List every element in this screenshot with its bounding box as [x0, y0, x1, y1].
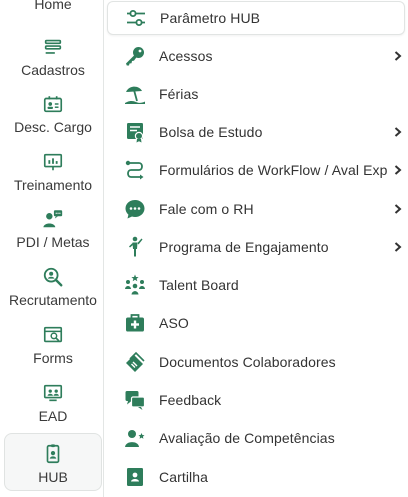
- menu-item-parametro-hub[interactable]: Parâmetro HUB: [107, 1, 405, 35]
- rail-item-label: Treinamento: [13, 177, 93, 193]
- menu-item-fale-com-o-rh[interactable]: Fale com o RH: [107, 192, 405, 226]
- person-star-icon: [125, 430, 145, 447]
- chat-icon: [125, 200, 145, 219]
- key-icon: [126, 47, 144, 66]
- rail-item-pdi-metas[interactable]: PDI / Metas: [4, 208, 102, 266]
- rail-item-label: Cadastros: [21, 62, 85, 78]
- list-icon: [44, 39, 62, 54]
- menu-item-bolsa-de-estudo[interactable]: Bolsa de Estudo: [107, 115, 405, 149]
- medical-kit-icon: [126, 314, 144, 332]
- search-person-icon: [43, 267, 63, 287]
- menu-item-programa-de-engajamento[interactable]: Programa de Engajamento: [107, 230, 405, 264]
- chevron-right-icon: [394, 242, 402, 252]
- form-icon: [43, 326, 63, 343]
- scholarship-icon: [127, 123, 144, 143]
- menu-item-label: Programa de Engajamento: [159, 239, 329, 255]
- left-navigation-rail: Home Cadastros Desc. Cargo Treinamento P…: [0, 0, 104, 497]
- menu-item-documentos-colaboradores[interactable]: Documentos Colaboradores: [107, 345, 405, 379]
- rail-item-label: Home: [34, 0, 72, 12]
- documents-icon: [126, 351, 145, 372]
- rail-item-cadastros[interactable]: Cadastros: [4, 36, 102, 94]
- rail-item-label: Forms: [33, 350, 73, 366]
- person-chat-icon: [43, 210, 63, 228]
- rail-item-forms[interactable]: Forms: [4, 324, 102, 382]
- menu-item-label: ASO: [159, 315, 189, 331]
- menu-item-label: Talent Board: [159, 277, 239, 293]
- sliders-icon: [127, 10, 145, 26]
- chevron-right-icon: [394, 204, 402, 214]
- rail-item-label: Desc. Cargo: [14, 119, 92, 135]
- rail-item-desc-cargo[interactable]: Desc. Cargo: [4, 93, 102, 151]
- presentation-icon: [43, 153, 63, 171]
- rail-item-label: HUB: [38, 469, 68, 485]
- menu-item-feedback[interactable]: Feedback: [107, 383, 405, 417]
- menu-item-label: Fale com o RH: [159, 201, 254, 217]
- talent-icon: [125, 274, 145, 295]
- menu-item-talent-board[interactable]: Talent Board: [107, 268, 405, 302]
- hub-submenu: Parâmetro HUB Acessos Férias Bolsa de Es…: [104, 0, 408, 497]
- rail-item-treinamento[interactable]: Treinamento: [4, 151, 102, 209]
- menu-item-label: Cartilha: [159, 469, 209, 485]
- menu-item-label: Avaliação de Competências: [159, 430, 335, 446]
- feedback-icon: [125, 391, 146, 410]
- rail-item-label: EAD: [38, 408, 68, 424]
- rail-item-hub[interactable]: HUB: [4, 433, 102, 491]
- menu-item-aso[interactable]: ASO: [107, 306, 405, 340]
- id-card-icon: [43, 96, 63, 113]
- menu-item-label: Feedback: [159, 392, 222, 408]
- rail-item-recrutamento[interactable]: Recrutamento: [4, 266, 102, 324]
- rail-item-ead[interactable]: EAD: [4, 382, 102, 440]
- menu-item-avaliacao-de-competencias[interactable]: Avaliação de Competências: [107, 421, 405, 455]
- rail-item-label: Recrutamento: [9, 292, 97, 308]
- menu-item-formularios-workflow[interactable]: Formulários de WorkFlow / Aval Exp: [107, 153, 405, 187]
- menu-item-label: Acessos: [159, 48, 213, 64]
- workflow-icon: [125, 160, 144, 180]
- engagement-icon: [129, 236, 143, 257]
- menu-item-ferias[interactable]: Férias: [107, 77, 405, 111]
- menu-item-cartilha[interactable]: Cartilha: [107, 460, 405, 494]
- screen-icon: [43, 384, 63, 402]
- chevron-right-icon: [394, 165, 402, 175]
- menu-item-acessos[interactable]: Acessos: [107, 39, 405, 73]
- badge-icon: [46, 444, 60, 464]
- booklet-icon: [127, 468, 143, 486]
- menu-item-label: Bolsa de Estudo: [159, 124, 263, 140]
- chevron-right-icon: [394, 51, 402, 61]
- menu-item-label: Parâmetro HUB: [160, 10, 261, 26]
- rail-item-home[interactable]: Home: [4, 0, 102, 16]
- menu-item-label: Férias: [159, 86, 199, 102]
- beach-icon: [125, 86, 145, 104]
- rail-item-label: PDI / Metas: [16, 234, 90, 250]
- menu-item-label: Formulários de WorkFlow / Aval Exp: [159, 162, 388, 178]
- menu-item-label: Documentos Colaboradores: [159, 354, 336, 370]
- chevron-right-icon: [394, 127, 402, 137]
